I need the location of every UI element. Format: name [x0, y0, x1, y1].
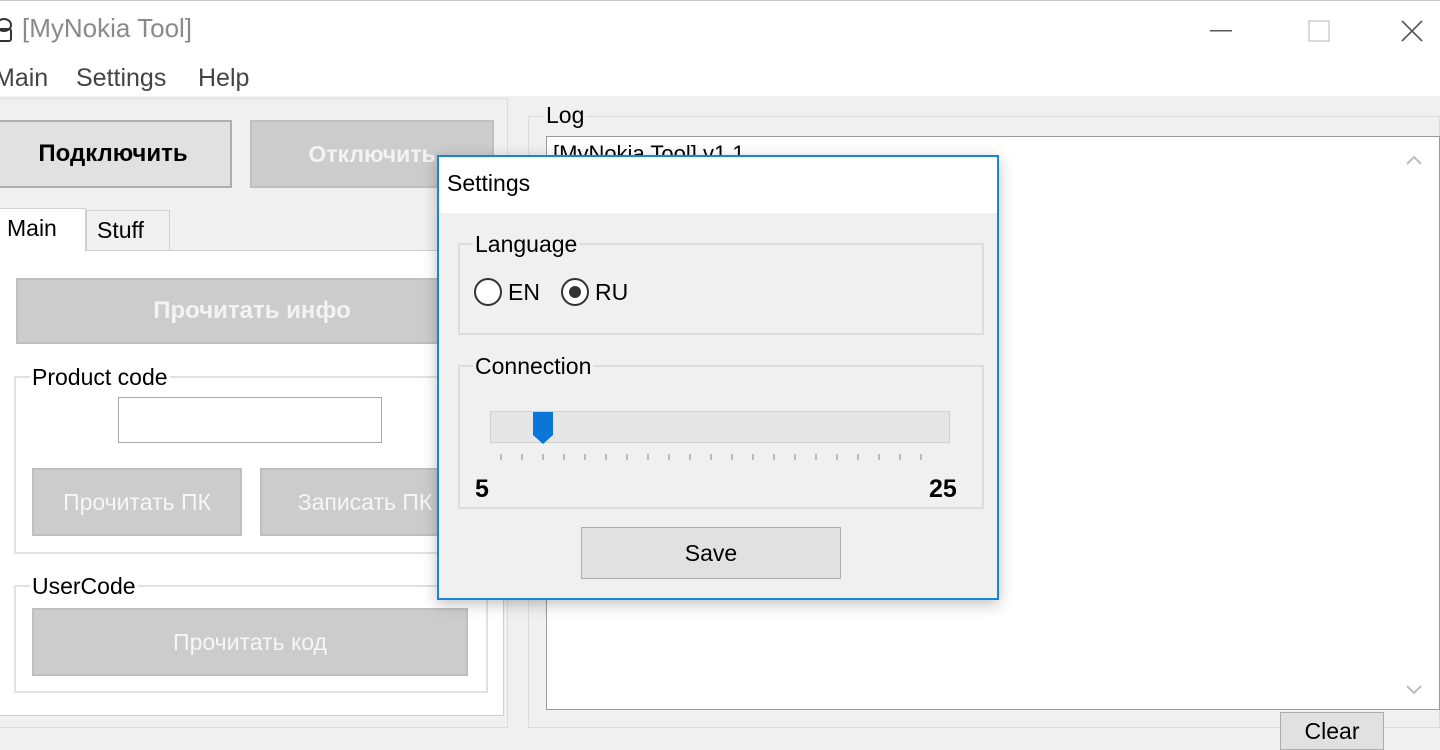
read-info-button[interactable]: Прочитать инфо [16, 278, 488, 344]
menu-main[interactable]: Main [0, 64, 48, 93]
dialog-title: Settings [447, 170, 531, 196]
connection-slider-thumb[interactable] [532, 411, 554, 445]
menu-settings[interactable]: Settings [76, 64, 166, 93]
log-label: Log [544, 102, 587, 129]
connection-slider-track[interactable] [490, 411, 950, 443]
radio-checked-icon [561, 278, 589, 306]
scroll-up-icon[interactable] [1400, 146, 1428, 174]
dialog-title-bar: Settings [439, 157, 997, 213]
connect-button[interactable]: Подключить [0, 120, 232, 188]
radio-ru-label: RU [595, 278, 629, 305]
radio-en-label: EN [508, 278, 540, 305]
settings-dialog: Settings Language EN RU Connection 5 25 … [437, 155, 999, 600]
tab-main[interactable]: Main [0, 208, 86, 252]
radio-unchecked-icon [474, 278, 502, 306]
language-radio-ru[interactable]: RU [561, 278, 628, 306]
language-radio-en[interactable]: EN [474, 278, 540, 306]
connection-label: Connection [473, 353, 594, 380]
slider-min-label: 5 [475, 475, 489, 503]
menu-help[interactable]: Help [198, 64, 249, 93]
menu-bar: Main Settings Help [0, 58, 1440, 96]
tab-stuff[interactable]: Stuff [86, 210, 170, 250]
read-code-button[interactable]: Прочитать код [32, 608, 468, 676]
android-icon [0, 15, 14, 45]
clear-log-button[interactable]: Clear [1280, 712, 1384, 750]
read-product-code-button[interactable]: Прочитать ПК [32, 468, 242, 536]
maximize-icon[interactable] [1284, 9, 1354, 53]
minimize-icon[interactable] [1186, 9, 1256, 53]
save-button[interactable]: Save [581, 527, 841, 579]
close-icon[interactable] [1384, 9, 1440, 53]
product-code-label: Product code [30, 364, 170, 391]
slider-ticks [500, 454, 922, 460]
product-code-input[interactable] [118, 397, 382, 443]
window-title: [MyNokia Tool] [22, 13, 193, 43]
slider-max-label: 25 [929, 475, 957, 503]
scroll-down-icon[interactable] [1400, 676, 1428, 704]
user-code-label: UserCode [30, 573, 138, 600]
language-label: Language [473, 231, 580, 258]
title-bar: [MyNokia Tool] [0, 0, 1440, 58]
